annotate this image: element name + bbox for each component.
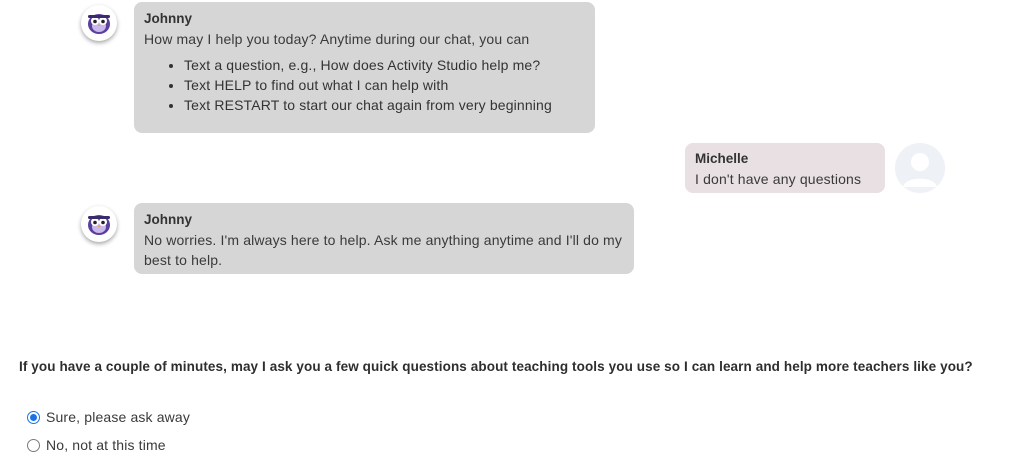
radio-label[interactable]: No, not at this time: [46, 437, 166, 453]
help-options-list: Text a question, e.g., How does Activity…: [144, 55, 585, 115]
bot-message-bubble: Johnny How may I help you today? Anytime…: [134, 2, 595, 133]
owl-mascot-icon: [88, 215, 110, 235]
radio-option-sure[interactable]: Sure, please ask away: [27, 409, 190, 425]
default-user-icon: [895, 143, 945, 193]
radio-button[interactable]: [27, 410, 40, 424]
message-text: No worries. I'm always here to help. Ask…: [144, 232, 623, 268]
list-item: Text RESTART to start our chat again fro…: [184, 95, 585, 115]
radio-button[interactable]: [27, 438, 40, 452]
survey-question: If you have a couple of minutes, may I a…: [19, 359, 973, 374]
message-text: How may I help you today? Anytime during…: [144, 31, 530, 47]
bot-avatar: [81, 206, 117, 242]
list-item: Text HELP to find out what I can help wi…: [184, 75, 585, 95]
radio-label[interactable]: Sure, please ask away: [46, 409, 190, 425]
sender-name: Michelle: [695, 151, 749, 166]
bot-message-bubble: Johnny No worries. I'm always here to he…: [134, 203, 634, 274]
bot-avatar: [81, 5, 117, 41]
list-item: Text a question, e.g., How does Activity…: [184, 55, 585, 75]
message-text: I don't have any questions: [695, 171, 862, 187]
owl-mascot-icon: [88, 14, 110, 34]
user-message-bubble: Michelle I don't have any questions: [685, 143, 885, 193]
user-avatar: [895, 143, 945, 193]
sender-name: Johnny: [144, 11, 193, 26]
sender-name: Johnny: [144, 212, 193, 227]
radio-option-no[interactable]: No, not at this time: [27, 437, 166, 453]
